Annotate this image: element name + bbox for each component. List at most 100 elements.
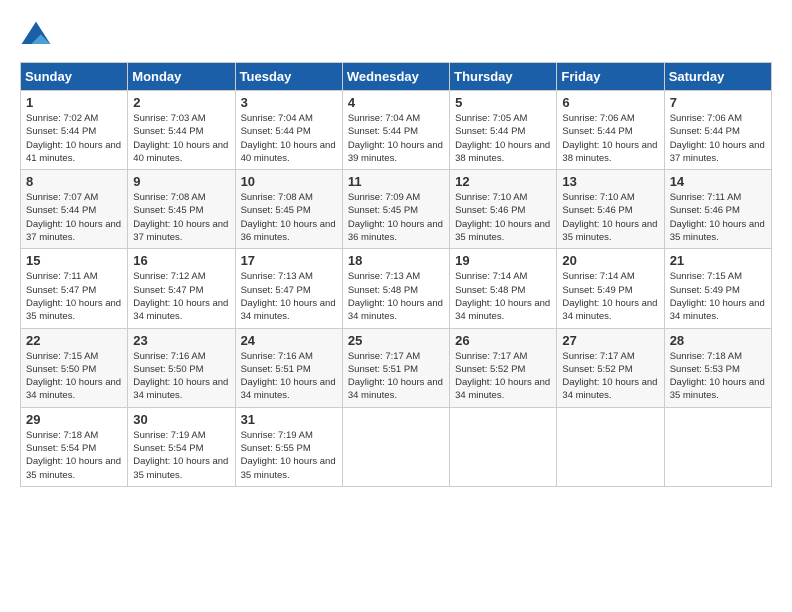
day-info: Sunrise: 7:11 AM Sunset: 5:47 PM Dayligh…: [26, 270, 122, 323]
day-number: 4: [348, 95, 444, 110]
calendar-week-row: 15 Sunrise: 7:11 AM Sunset: 5:47 PM Dayl…: [21, 249, 772, 328]
calendar-day-cell: 22 Sunrise: 7:15 AM Sunset: 5:50 PM Dayl…: [21, 328, 128, 407]
day-info: Sunrise: 7:17 AM Sunset: 5:52 PM Dayligh…: [455, 350, 551, 403]
day-info: Sunrise: 7:19 AM Sunset: 5:55 PM Dayligh…: [241, 429, 337, 482]
day-info: Sunrise: 7:15 AM Sunset: 5:50 PM Dayligh…: [26, 350, 122, 403]
day-number: 12: [455, 174, 551, 189]
day-number: 3: [241, 95, 337, 110]
day-info: Sunrise: 7:07 AM Sunset: 5:44 PM Dayligh…: [26, 191, 122, 244]
day-number: 20: [562, 253, 658, 268]
day-number: 13: [562, 174, 658, 189]
day-info: Sunrise: 7:03 AM Sunset: 5:44 PM Dayligh…: [133, 112, 229, 165]
day-info: Sunrise: 7:17 AM Sunset: 5:51 PM Dayligh…: [348, 350, 444, 403]
day-number: 15: [26, 253, 122, 268]
day-number: 5: [455, 95, 551, 110]
calendar-day-cell: 12 Sunrise: 7:10 AM Sunset: 5:46 PM Dayl…: [450, 170, 557, 249]
day-number: 26: [455, 333, 551, 348]
calendar-day-cell: 10 Sunrise: 7:08 AM Sunset: 5:45 PM Dayl…: [235, 170, 342, 249]
calendar-day-cell: 13 Sunrise: 7:10 AM Sunset: 5:46 PM Dayl…: [557, 170, 664, 249]
calendar-day-cell: 14 Sunrise: 7:11 AM Sunset: 5:46 PM Dayl…: [664, 170, 771, 249]
day-number: 25: [348, 333, 444, 348]
calendar-day-cell: 4 Sunrise: 7:04 AM Sunset: 5:44 PM Dayli…: [342, 91, 449, 170]
calendar-week-row: 29 Sunrise: 7:18 AM Sunset: 5:54 PM Dayl…: [21, 407, 772, 486]
weekday-header: Saturday: [664, 63, 771, 91]
calendar-day-cell: 24 Sunrise: 7:16 AM Sunset: 5:51 PM Dayl…: [235, 328, 342, 407]
calendar-day-cell: 25 Sunrise: 7:17 AM Sunset: 5:51 PM Dayl…: [342, 328, 449, 407]
calendar-day-cell: 27 Sunrise: 7:17 AM Sunset: 5:52 PM Dayl…: [557, 328, 664, 407]
weekday-header: Wednesday: [342, 63, 449, 91]
day-number: 29: [26, 412, 122, 427]
calendar-week-row: 1 Sunrise: 7:02 AM Sunset: 5:44 PM Dayli…: [21, 91, 772, 170]
day-info: Sunrise: 7:02 AM Sunset: 5:44 PM Dayligh…: [26, 112, 122, 165]
day-number: 19: [455, 253, 551, 268]
day-info: Sunrise: 7:08 AM Sunset: 5:45 PM Dayligh…: [133, 191, 229, 244]
day-info: Sunrise: 7:05 AM Sunset: 5:44 PM Dayligh…: [455, 112, 551, 165]
calendar-day-cell: 2 Sunrise: 7:03 AM Sunset: 5:44 PM Dayli…: [128, 91, 235, 170]
day-info: Sunrise: 7:18 AM Sunset: 5:54 PM Dayligh…: [26, 429, 122, 482]
calendar-day-cell: 26 Sunrise: 7:17 AM Sunset: 5:52 PM Dayl…: [450, 328, 557, 407]
day-info: Sunrise: 7:04 AM Sunset: 5:44 PM Dayligh…: [241, 112, 337, 165]
weekday-header: Friday: [557, 63, 664, 91]
day-info: Sunrise: 7:11 AM Sunset: 5:46 PM Dayligh…: [670, 191, 766, 244]
day-info: Sunrise: 7:06 AM Sunset: 5:44 PM Dayligh…: [562, 112, 658, 165]
day-number: 24: [241, 333, 337, 348]
calendar-day-cell: 21 Sunrise: 7:15 AM Sunset: 5:49 PM Dayl…: [664, 249, 771, 328]
calendar-day-cell: 8 Sunrise: 7:07 AM Sunset: 5:44 PM Dayli…: [21, 170, 128, 249]
day-number: 21: [670, 253, 766, 268]
calendar-day-cell: 5 Sunrise: 7:05 AM Sunset: 5:44 PM Dayli…: [450, 91, 557, 170]
calendar-day-cell: 19 Sunrise: 7:14 AM Sunset: 5:48 PM Dayl…: [450, 249, 557, 328]
day-info: Sunrise: 7:09 AM Sunset: 5:45 PM Dayligh…: [348, 191, 444, 244]
day-info: Sunrise: 7:10 AM Sunset: 5:46 PM Dayligh…: [562, 191, 658, 244]
day-number: 27: [562, 333, 658, 348]
calendar-week-row: 22 Sunrise: 7:15 AM Sunset: 5:50 PM Dayl…: [21, 328, 772, 407]
day-number: 18: [348, 253, 444, 268]
logo-icon: [20, 20, 52, 52]
calendar-day-cell: [342, 407, 449, 486]
day-number: 2: [133, 95, 229, 110]
calendar-day-cell: 3 Sunrise: 7:04 AM Sunset: 5:44 PM Dayli…: [235, 91, 342, 170]
weekday-header: Tuesday: [235, 63, 342, 91]
day-number: 28: [670, 333, 766, 348]
day-number: 6: [562, 95, 658, 110]
calendar-day-cell: 17 Sunrise: 7:13 AM Sunset: 5:47 PM Dayl…: [235, 249, 342, 328]
calendar-day-cell: [450, 407, 557, 486]
day-info: Sunrise: 7:04 AM Sunset: 5:44 PM Dayligh…: [348, 112, 444, 165]
calendar-day-cell: 31 Sunrise: 7:19 AM Sunset: 5:55 PM Dayl…: [235, 407, 342, 486]
calendar-day-cell: 9 Sunrise: 7:08 AM Sunset: 5:45 PM Dayli…: [128, 170, 235, 249]
day-info: Sunrise: 7:16 AM Sunset: 5:50 PM Dayligh…: [133, 350, 229, 403]
day-number: 22: [26, 333, 122, 348]
calendar-day-cell: 16 Sunrise: 7:12 AM Sunset: 5:47 PM Dayl…: [128, 249, 235, 328]
logo: [20, 20, 56, 52]
calendar-day-cell: 30 Sunrise: 7:19 AM Sunset: 5:54 PM Dayl…: [128, 407, 235, 486]
calendar-day-cell: 18 Sunrise: 7:13 AM Sunset: 5:48 PM Dayl…: [342, 249, 449, 328]
day-number: 10: [241, 174, 337, 189]
calendar-day-cell: 11 Sunrise: 7:09 AM Sunset: 5:45 PM Dayl…: [342, 170, 449, 249]
day-info: Sunrise: 7:08 AM Sunset: 5:45 PM Dayligh…: [241, 191, 337, 244]
day-number: 7: [670, 95, 766, 110]
weekday-header: Sunday: [21, 63, 128, 91]
day-info: Sunrise: 7:16 AM Sunset: 5:51 PM Dayligh…: [241, 350, 337, 403]
day-info: Sunrise: 7:13 AM Sunset: 5:47 PM Dayligh…: [241, 270, 337, 323]
day-number: 9: [133, 174, 229, 189]
day-number: 14: [670, 174, 766, 189]
day-number: 31: [241, 412, 337, 427]
day-info: Sunrise: 7:15 AM Sunset: 5:49 PM Dayligh…: [670, 270, 766, 323]
day-info: Sunrise: 7:13 AM Sunset: 5:48 PM Dayligh…: [348, 270, 444, 323]
calendar-day-cell: 15 Sunrise: 7:11 AM Sunset: 5:47 PM Dayl…: [21, 249, 128, 328]
day-number: 8: [26, 174, 122, 189]
calendar-day-cell: [557, 407, 664, 486]
page-header: [20, 20, 772, 52]
calendar-day-cell: 7 Sunrise: 7:06 AM Sunset: 5:44 PM Dayli…: [664, 91, 771, 170]
calendar-day-cell: 1 Sunrise: 7:02 AM Sunset: 5:44 PM Dayli…: [21, 91, 128, 170]
weekday-header: Monday: [128, 63, 235, 91]
day-number: 1: [26, 95, 122, 110]
day-number: 30: [133, 412, 229, 427]
day-info: Sunrise: 7:17 AM Sunset: 5:52 PM Dayligh…: [562, 350, 658, 403]
day-number: 11: [348, 174, 444, 189]
day-info: Sunrise: 7:10 AM Sunset: 5:46 PM Dayligh…: [455, 191, 551, 244]
calendar-day-cell: [664, 407, 771, 486]
calendar-table: SundayMondayTuesdayWednesdayThursdayFrid…: [20, 62, 772, 487]
calendar-day-cell: 28 Sunrise: 7:18 AM Sunset: 5:53 PM Dayl…: [664, 328, 771, 407]
day-number: 23: [133, 333, 229, 348]
day-info: Sunrise: 7:06 AM Sunset: 5:44 PM Dayligh…: [670, 112, 766, 165]
